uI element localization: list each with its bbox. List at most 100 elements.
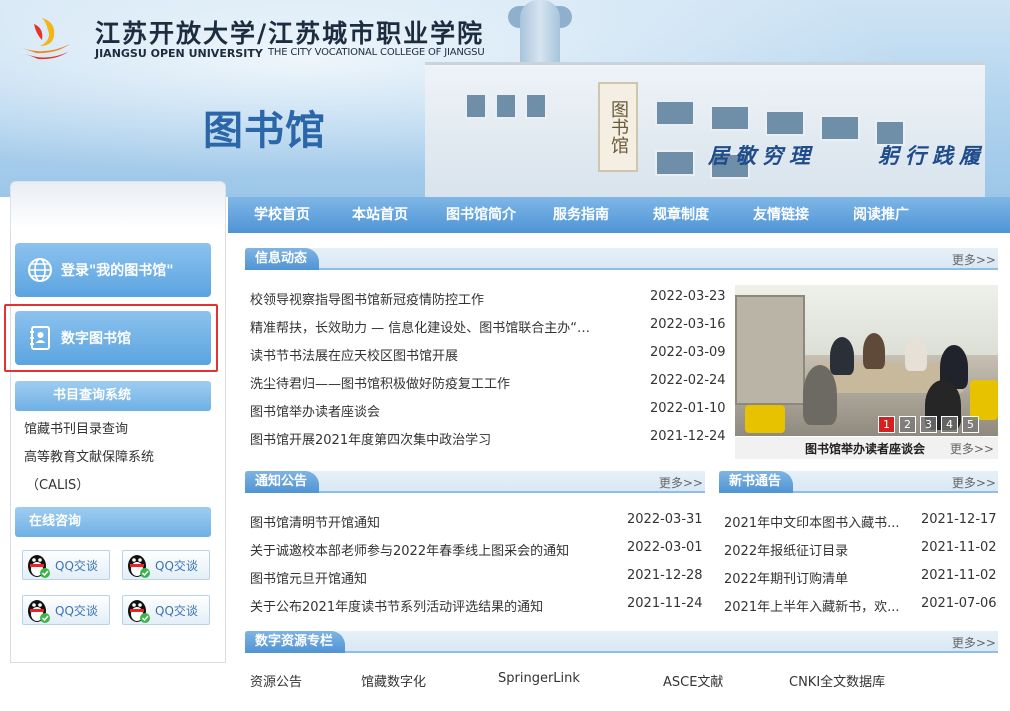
resource-link[interactable]: 馆藏数字化 xyxy=(361,671,426,690)
news-item-title[interactable]: 精准帮扶，长效助力 — 信息化建设处、图书馆联合主办“… xyxy=(250,317,630,336)
building-window xyxy=(655,150,695,176)
new-book-item-title[interactable]: 2021年中文印本图书入藏书... xyxy=(724,512,909,531)
photo-person xyxy=(830,337,854,375)
notices-more-link[interactable]: 更多>> xyxy=(659,474,703,491)
nav-friendly-links[interactable]: 友情链接 xyxy=(753,197,809,233)
qq-chat-button[interactable]: QQ交谈 xyxy=(22,550,110,580)
qq-chat-label: QQ交谈 xyxy=(55,558,98,573)
resource-link[interactable]: CNKI全文数据库 xyxy=(789,671,885,690)
news-more-link[interactable]: 更多>> xyxy=(952,251,996,268)
news-item-title[interactable]: 校领导视察指导图书馆新冠疫情防控工作 xyxy=(250,289,630,308)
photo-chair xyxy=(970,380,998,420)
main-nav: 学校首页 本站首页 图书馆简介 服务指南 规章制度 友情链接 阅读推广 xyxy=(228,197,1010,233)
news-item-date: 2022-03-09 xyxy=(650,345,726,360)
news-section-title: 信息动态 xyxy=(245,248,320,270)
photo-chair xyxy=(745,405,785,433)
library-plaque: 图书馆 xyxy=(598,82,638,172)
news-item-title[interactable]: 洗尘待君归——图书馆积极做好防疫复工工作 xyxy=(250,373,630,392)
building-window xyxy=(525,93,547,119)
news-item-date: 2022-01-10 xyxy=(650,401,726,416)
qq-penguin-icon xyxy=(128,600,150,623)
resource-link[interactable]: 资源公告 xyxy=(250,671,302,690)
building-window xyxy=(465,93,487,119)
address-book-icon xyxy=(30,326,50,350)
notice-item-title[interactable]: 关于公布2021年度读书节系列活动评选结果的通知 xyxy=(250,596,615,615)
new-book-item-title[interactable]: 2021年上半年入藏新书，欢... xyxy=(724,596,909,615)
building-window xyxy=(765,110,805,136)
photo-shelf xyxy=(735,295,805,405)
sidebar-cap xyxy=(10,181,226,229)
notice-item-title[interactable]: 图书馆清明节开馆通知 xyxy=(250,512,615,531)
photo-more-link[interactable]: 更多>> xyxy=(950,440,994,457)
new-book-item-date: 2021-11-02 xyxy=(921,540,997,555)
resource-link[interactable]: ASCE文献 xyxy=(663,671,723,690)
building-window xyxy=(495,93,517,119)
photo-person xyxy=(863,333,885,369)
catalog-link-calis-abbr[interactable]: （CALIS） xyxy=(26,474,89,493)
qq-chat-label: QQ交谈 xyxy=(155,558,198,573)
nav-reading-promotion[interactable]: 阅读推广 xyxy=(853,197,909,233)
notices-section-title: 通知公告 xyxy=(245,471,320,493)
photo-caption[interactable]: 图书馆举办读者座谈会 xyxy=(805,440,925,457)
qq-chat-label: QQ交谈 xyxy=(155,603,198,618)
news-item-title[interactable]: 读书节书法展在应天校区图书馆开展 xyxy=(250,345,630,364)
news-item-title[interactable]: 图书馆举办读者座谈会 xyxy=(250,401,630,420)
school-name-cn: 江苏开放大学/江苏城市职业学院 xyxy=(95,19,485,48)
school-name-en-1: JIANGSU OPEN UNIVERSITY xyxy=(95,47,263,60)
notice-item-date: 2022-03-31 xyxy=(627,512,703,527)
globe-icon xyxy=(28,258,52,282)
new-books-section-title: 新书通告 xyxy=(719,471,794,493)
resource-link[interactable]: SpringerLink xyxy=(498,671,580,686)
nav-library-intro[interactable]: 图书馆简介 xyxy=(446,197,516,233)
resources-more-link[interactable]: 更多>> xyxy=(952,634,996,651)
building-window xyxy=(655,100,695,126)
new-books-section-header: 新书通告 更多>> xyxy=(719,471,998,493)
motto-left: 居敬穷理 xyxy=(708,143,816,168)
slide-dot[interactable]: 3 xyxy=(920,416,937,433)
notice-item-title[interactable]: 图书馆元旦开馆通知 xyxy=(250,568,615,587)
qq-chat-button[interactable]: QQ交谈 xyxy=(22,595,110,625)
news-item-title[interactable]: 图书馆开展2021年度第四次集中政治学习 xyxy=(250,429,630,448)
slide-dot[interactable]: 2 xyxy=(899,416,916,433)
notice-item-date: 2021-11-24 xyxy=(627,596,703,611)
building-window xyxy=(710,105,750,131)
library-title: 图书馆 xyxy=(203,108,326,154)
consult-heading: 在线咨询 xyxy=(15,507,211,537)
new-books-more-link[interactable]: 更多>> xyxy=(952,474,996,491)
news-item-date: 2022-03-16 xyxy=(650,317,726,332)
school-name-en-2: THE CITY VOCATIONAL COLLEGE OF JIANGSU xyxy=(268,47,485,58)
slide-dot[interactable]: 4 xyxy=(941,416,958,433)
new-book-item-title[interactable]: 2022年期刊订购清单 xyxy=(724,568,909,587)
qq-penguin-icon xyxy=(28,555,50,578)
qq-penguin-icon xyxy=(128,555,150,578)
notices-section-header: 通知公告 更多>> xyxy=(245,471,705,493)
qq-chat-label: QQ交谈 xyxy=(55,603,98,618)
slide-indicator: 1 2 3 4 5 xyxy=(878,416,979,433)
news-item-date: 2022-02-24 xyxy=(650,373,726,388)
login-my-library-button[interactable]: 登录"我的图书馆" xyxy=(15,243,211,297)
new-book-item-title[interactable]: 2022年报纸征订目录 xyxy=(724,540,909,559)
digital-library-button[interactable]: 数字图书馆 xyxy=(15,311,211,365)
resources-section-title: 数字资源专栏 xyxy=(245,631,346,653)
resources-section-header: 数字资源专栏 更多>> xyxy=(245,631,998,653)
login-my-library-label: 登录"我的图书馆" xyxy=(61,263,174,279)
news-item-date: 2022-03-23 xyxy=(650,289,726,304)
header-banner: 图书馆 江苏开放大学/江苏城市职业学院 JIANGSU OPEN UNIVERS… xyxy=(0,0,1010,197)
news-photo[interactable] xyxy=(735,285,998,436)
nav-regulations[interactable]: 规章制度 xyxy=(653,197,709,233)
notice-item-date: 2021-12-28 xyxy=(627,568,703,583)
news-item-date: 2021-12-24 xyxy=(650,429,726,444)
nav-service-guide[interactable]: 服务指南 xyxy=(553,197,609,233)
qq-chat-button[interactable]: QQ交谈 xyxy=(122,550,210,580)
nav-school-home[interactable]: 学校首页 xyxy=(254,197,310,233)
slide-dot[interactable]: 1 xyxy=(878,416,895,433)
catalog-link-calis[interactable]: 高等教育文献保障系统 xyxy=(24,446,154,465)
qq-penguin-icon xyxy=(28,600,50,623)
nav-site-home[interactable]: 本站首页 xyxy=(352,197,408,233)
university-logo-icon xyxy=(22,18,70,60)
notice-item-title[interactable]: 关于诚邀校本部老师参与2022年春季线上图采会的通知 xyxy=(250,540,615,559)
qq-chat-button[interactable]: QQ交谈 xyxy=(122,595,210,625)
catalog-link-holdings[interactable]: 馆藏书刊目录查询 xyxy=(24,418,128,437)
slide-dot[interactable]: 5 xyxy=(962,416,979,433)
building-window xyxy=(820,115,860,141)
